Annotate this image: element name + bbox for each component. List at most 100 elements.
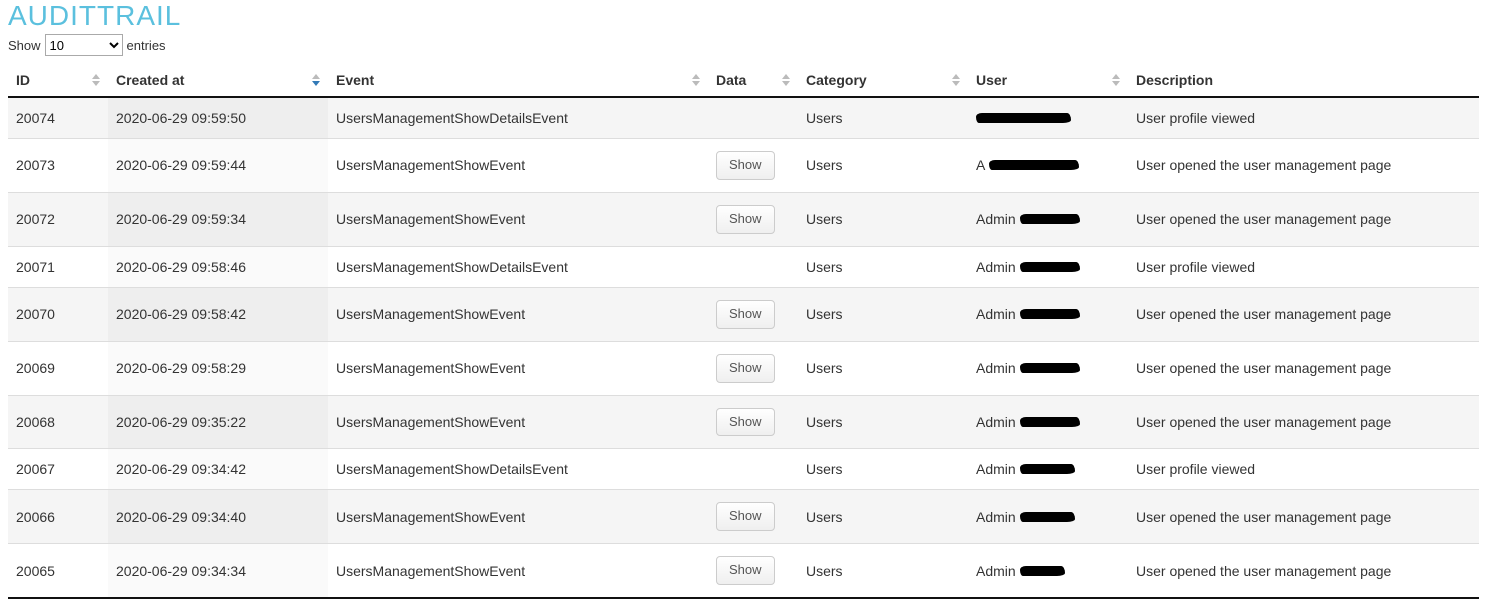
cell-description: User opened the user management page	[1128, 395, 1479, 449]
col-header-category[interactable]: Category	[798, 64, 968, 97]
cell-user: Admin	[968, 287, 1128, 341]
cell-created-at: 2020-06-29 09:59:34	[108, 192, 328, 246]
cell-id: 20066	[8, 490, 108, 544]
redacted-user	[1020, 214, 1080, 224]
cell-category: Users	[798, 449, 968, 490]
col-header-category-label: Category	[806, 72, 867, 88]
cell-description: User profile viewed	[1128, 449, 1479, 490]
cell-created-at: 2020-06-29 09:58:29	[108, 341, 328, 395]
cell-created-at: 2020-06-29 09:58:46	[108, 246, 328, 287]
show-button[interactable]: Show	[716, 502, 775, 531]
user-prefix: Admin	[976, 306, 1016, 322]
col-header-user-label: User	[976, 72, 1007, 88]
cell-event: UsersManagementShowDetailsEvent	[328, 449, 708, 490]
redacted-user	[1020, 464, 1075, 474]
sort-icon	[92, 74, 100, 86]
user-prefix: Admin	[976, 563, 1016, 579]
cell-data	[708, 449, 798, 490]
show-button[interactable]: Show	[716, 205, 775, 234]
cell-event: UsersManagementShowEvent	[328, 490, 708, 544]
cell-id: 20073	[8, 139, 108, 193]
col-header-user[interactable]: User	[968, 64, 1128, 97]
cell-description: User profile viewed	[1128, 97, 1479, 139]
table-row: 200652020-06-29 09:34:34UsersManagementS…	[8, 544, 1479, 598]
cell-event: UsersManagementShowEvent	[328, 192, 708, 246]
show-button[interactable]: Show	[716, 151, 775, 180]
col-header-data-label: Data	[716, 72, 746, 88]
cell-category: Users	[798, 341, 968, 395]
user-prefix: Admin	[976, 360, 1016, 376]
table-row: 200692020-06-29 09:58:29UsersManagementS…	[8, 341, 1479, 395]
entries-select[interactable]: 102550100	[45, 34, 123, 56]
cell-category: Users	[798, 287, 968, 341]
cell-user: Admin	[968, 341, 1128, 395]
sort-icon	[692, 74, 700, 86]
sort-icon	[782, 74, 790, 86]
cell-description: User opened the user management page	[1128, 490, 1479, 544]
cell-id: 20071	[8, 246, 108, 287]
table-row: 200672020-06-29 09:34:42UsersManagementS…	[8, 449, 1479, 490]
col-header-event-label: Event	[336, 72, 374, 88]
cell-description: User opened the user management page	[1128, 287, 1479, 341]
cell-category: Users	[798, 192, 968, 246]
cell-user: A	[968, 139, 1128, 193]
cell-id: 20069	[8, 341, 108, 395]
cell-user	[968, 97, 1128, 139]
table-row: 200722020-06-29 09:59:34UsersManagementS…	[8, 192, 1479, 246]
page-title: AUDITTRAIL	[8, 0, 1479, 32]
cell-created-at: 2020-06-29 09:35:22	[108, 395, 328, 449]
cell-data: Show	[708, 139, 798, 193]
cell-category: Users	[798, 544, 968, 598]
table-length-control: Show 102550100 entries	[8, 34, 1479, 56]
cell-description: User opened the user management page	[1128, 192, 1479, 246]
entries-label: entries	[127, 38, 166, 53]
col-header-description: Description	[1128, 64, 1479, 97]
cell-created-at: 2020-06-29 09:34:40	[108, 490, 328, 544]
cell-id: 20070	[8, 287, 108, 341]
cell-user: Admin	[968, 395, 1128, 449]
table-row: 200742020-06-29 09:59:50UsersManagementS…	[8, 97, 1479, 139]
cell-user: Admin	[968, 449, 1128, 490]
redacted-user	[1020, 512, 1075, 522]
col-header-created-at[interactable]: Created at	[108, 64, 328, 97]
cell-id: 20065	[8, 544, 108, 598]
user-prefix: A	[976, 157, 985, 173]
cell-description: User opened the user management page	[1128, 544, 1479, 598]
cell-category: Users	[798, 246, 968, 287]
cell-id: 20074	[8, 97, 108, 139]
redacted-user	[989, 160, 1079, 170]
show-button[interactable]: Show	[716, 300, 775, 329]
col-header-id[interactable]: ID	[8, 64, 108, 97]
col-header-data[interactable]: Data	[708, 64, 798, 97]
col-header-event[interactable]: Event	[328, 64, 708, 97]
cell-data: Show	[708, 341, 798, 395]
user-prefix: Admin	[976, 211, 1016, 227]
redacted-user	[1020, 566, 1065, 576]
cell-description: User opened the user management page	[1128, 341, 1479, 395]
redacted-user	[976, 113, 1071, 123]
sort-icon-active-desc	[312, 74, 320, 86]
col-header-created-at-label: Created at	[116, 72, 184, 88]
redacted-user	[1020, 262, 1080, 272]
table-row: 200712020-06-29 09:58:46UsersManagementS…	[8, 246, 1479, 287]
user-prefix: Admin	[976, 509, 1016, 525]
show-button[interactable]: Show	[716, 408, 775, 437]
cell-event: UsersManagementShowEvent	[328, 287, 708, 341]
cell-category: Users	[798, 97, 968, 139]
user-prefix: Admin	[976, 461, 1016, 477]
cell-data	[708, 246, 798, 287]
show-button[interactable]: Show	[716, 354, 775, 383]
show-button[interactable]: Show	[716, 556, 775, 585]
cell-data: Show	[708, 544, 798, 598]
cell-event: UsersManagementShowDetailsEvent	[328, 97, 708, 139]
redacted-user	[1020, 309, 1080, 319]
redacted-user	[1020, 363, 1080, 373]
table-row: 200732020-06-29 09:59:44UsersManagementS…	[8, 139, 1479, 193]
cell-user: Admin	[968, 246, 1128, 287]
cell-created-at: 2020-06-29 09:59:44	[108, 139, 328, 193]
cell-created-at: 2020-06-29 09:34:42	[108, 449, 328, 490]
cell-created-at: 2020-06-29 09:59:50	[108, 97, 328, 139]
redacted-user	[1020, 417, 1080, 427]
cell-event: UsersManagementShowEvent	[328, 139, 708, 193]
cell-id: 20067	[8, 449, 108, 490]
